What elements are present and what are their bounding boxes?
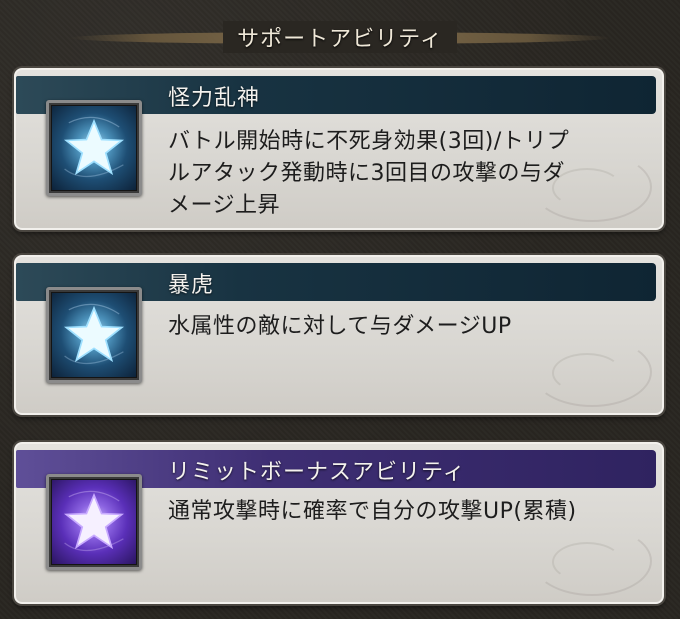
description-line: 通常攻撃時に確率で自分の攻撃UP(累積) [168,499,577,524]
ability-description: 通常攻撃時に確率で自分の攻撃UP(累積) [168,496,577,528]
ability-description: 水属性の敵に対して与ダメージUP [168,311,512,343]
card-ornament [552,542,622,582]
ability-icon-frame [46,287,142,383]
ability-description: バトル開始時に不死身効果(3回)/トリプ ルアタック発動時に3回目の攻撃の与ダ … [168,126,569,222]
section-header: サポートアビリティ [70,14,610,60]
star-icon [63,116,125,178]
card-ornament [552,353,622,393]
ability-card-1[interactable]: 怪力乱神 バトル開始時に不死身効果(3回)/トリプ ルアタック発動時に3回目の攻… [14,68,664,230]
ability-name: リミットボーナスアビリティ [168,460,466,485]
ability-name: 怪力乱神 [168,86,261,111]
ability-card-2[interactable]: 暴虎 水属性の敵に対して与ダメージUP [14,255,664,415]
description-line: ルアタック発動時に3回目の攻撃の与ダ [168,161,565,186]
description-line: バトル開始時に不死身効果(3回)/トリプ [168,129,570,154]
ability-name: 暴虎 [168,273,215,298]
description-line: 水属性の敵に対して与ダメージUP [168,314,512,339]
star-icon [63,490,125,552]
description-line: メージ上昇 [168,193,281,218]
star-icon [63,303,125,365]
ability-icon-frame [46,474,142,570]
ability-icon-frame [46,100,142,196]
ability-card-limit-bonus[interactable]: リミットボーナスアビリティ 通常攻撃時に確率で自分の攻撃UP(累積) [14,442,664,604]
section-title: サポートアビリティ [223,21,457,53]
